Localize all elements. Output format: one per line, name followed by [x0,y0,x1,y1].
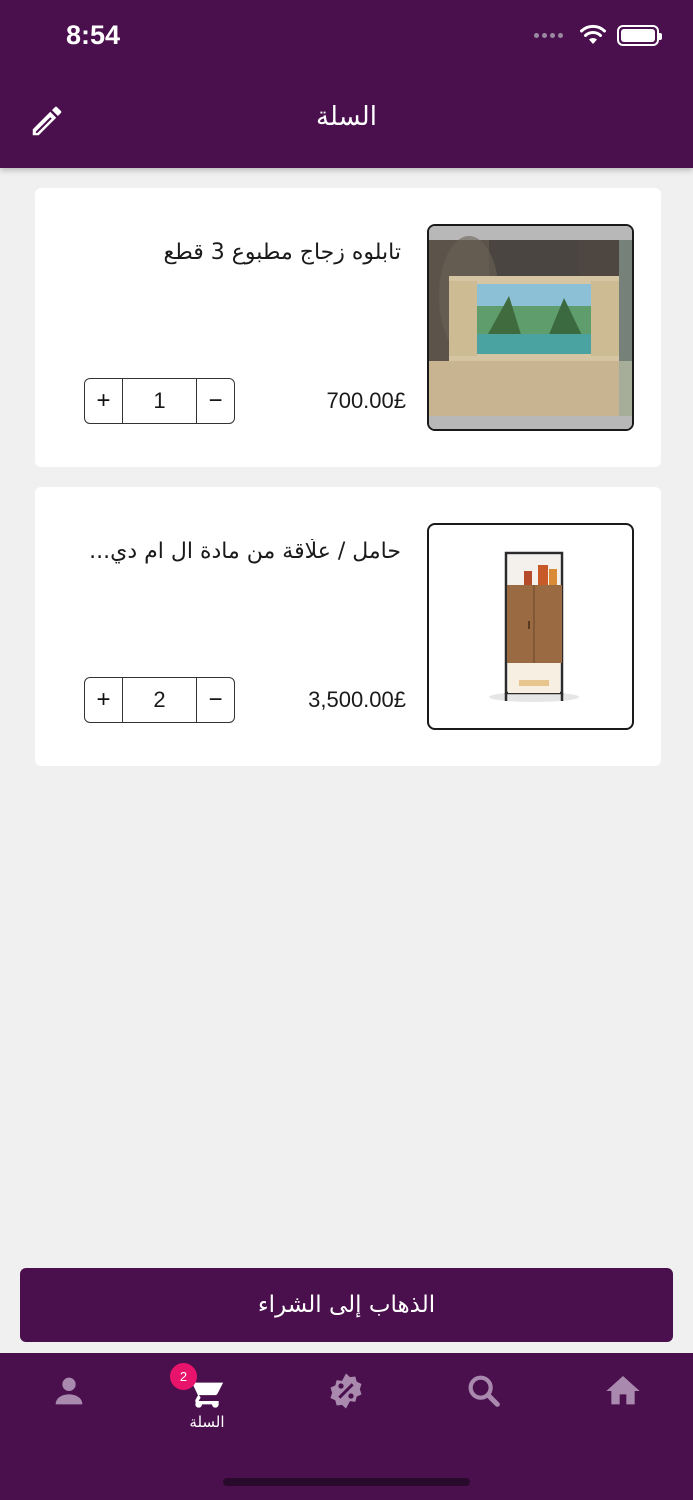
nav-home[interactable] [578,1371,668,1451]
decrease-quantity-button[interactable]: − [197,678,234,722]
cart-item: حامل / علّاقة من مادة ال ام دي... 3,500.… [35,487,661,766]
quantity-stepper: + 2 − [84,677,235,723]
battery-icon [617,24,662,46]
page-title: السلة [316,102,377,132]
nav-profile[interactable] [24,1371,114,1451]
edit-button[interactable] [28,102,66,140]
discount-icon [330,1373,362,1409]
increase-quantity-button[interactable]: + [85,678,122,722]
profile-icon [55,1377,83,1405]
cart-count-badge: 2 [170,1363,197,1390]
product-name[interactable]: حامل / علّاقة من مادة ال ام دي... [71,539,401,564]
increase-quantity-button[interactable]: + [85,379,122,423]
nav-cart-label: السلة [189,1413,225,1431]
product-image[interactable] [427,224,634,431]
search-icon [468,1375,500,1407]
checkout-button[interactable]: الذهاب إلى الشراء [20,1268,673,1342]
status-icons [534,24,662,46]
wifi-icon [580,24,606,44]
quantity-stepper: + 1 − [84,378,235,424]
status-time: 8:54 [66,20,121,50]
glass-art-image [429,226,632,429]
product-price: 3,500.00£ [308,687,406,712]
product-price: 700.00£ [326,388,406,413]
product-image[interactable] [427,523,634,730]
nav-search[interactable] [439,1371,529,1451]
nav-cart[interactable]: 2 السلة [162,1363,252,1451]
home-indicator [223,1478,470,1486]
signal-icon [534,32,563,38]
home-icon [606,1376,640,1405]
quantity-value: 1 [122,379,197,423]
cart-item: تابلوه زجاج مطبوع 3 قطع 700.00£ + 1 − [35,188,661,467]
pencil-icon [32,106,62,136]
quantity-value: 2 [122,678,197,722]
shelf-unit-image [489,551,579,702]
app-header: 8:54 السلة [0,0,693,168]
product-name[interactable]: تابلوه زجاج مطبوع 3 قطع [71,240,401,265]
decrease-quantity-button[interactable]: − [197,379,234,423]
nav-offers[interactable] [301,1371,391,1451]
